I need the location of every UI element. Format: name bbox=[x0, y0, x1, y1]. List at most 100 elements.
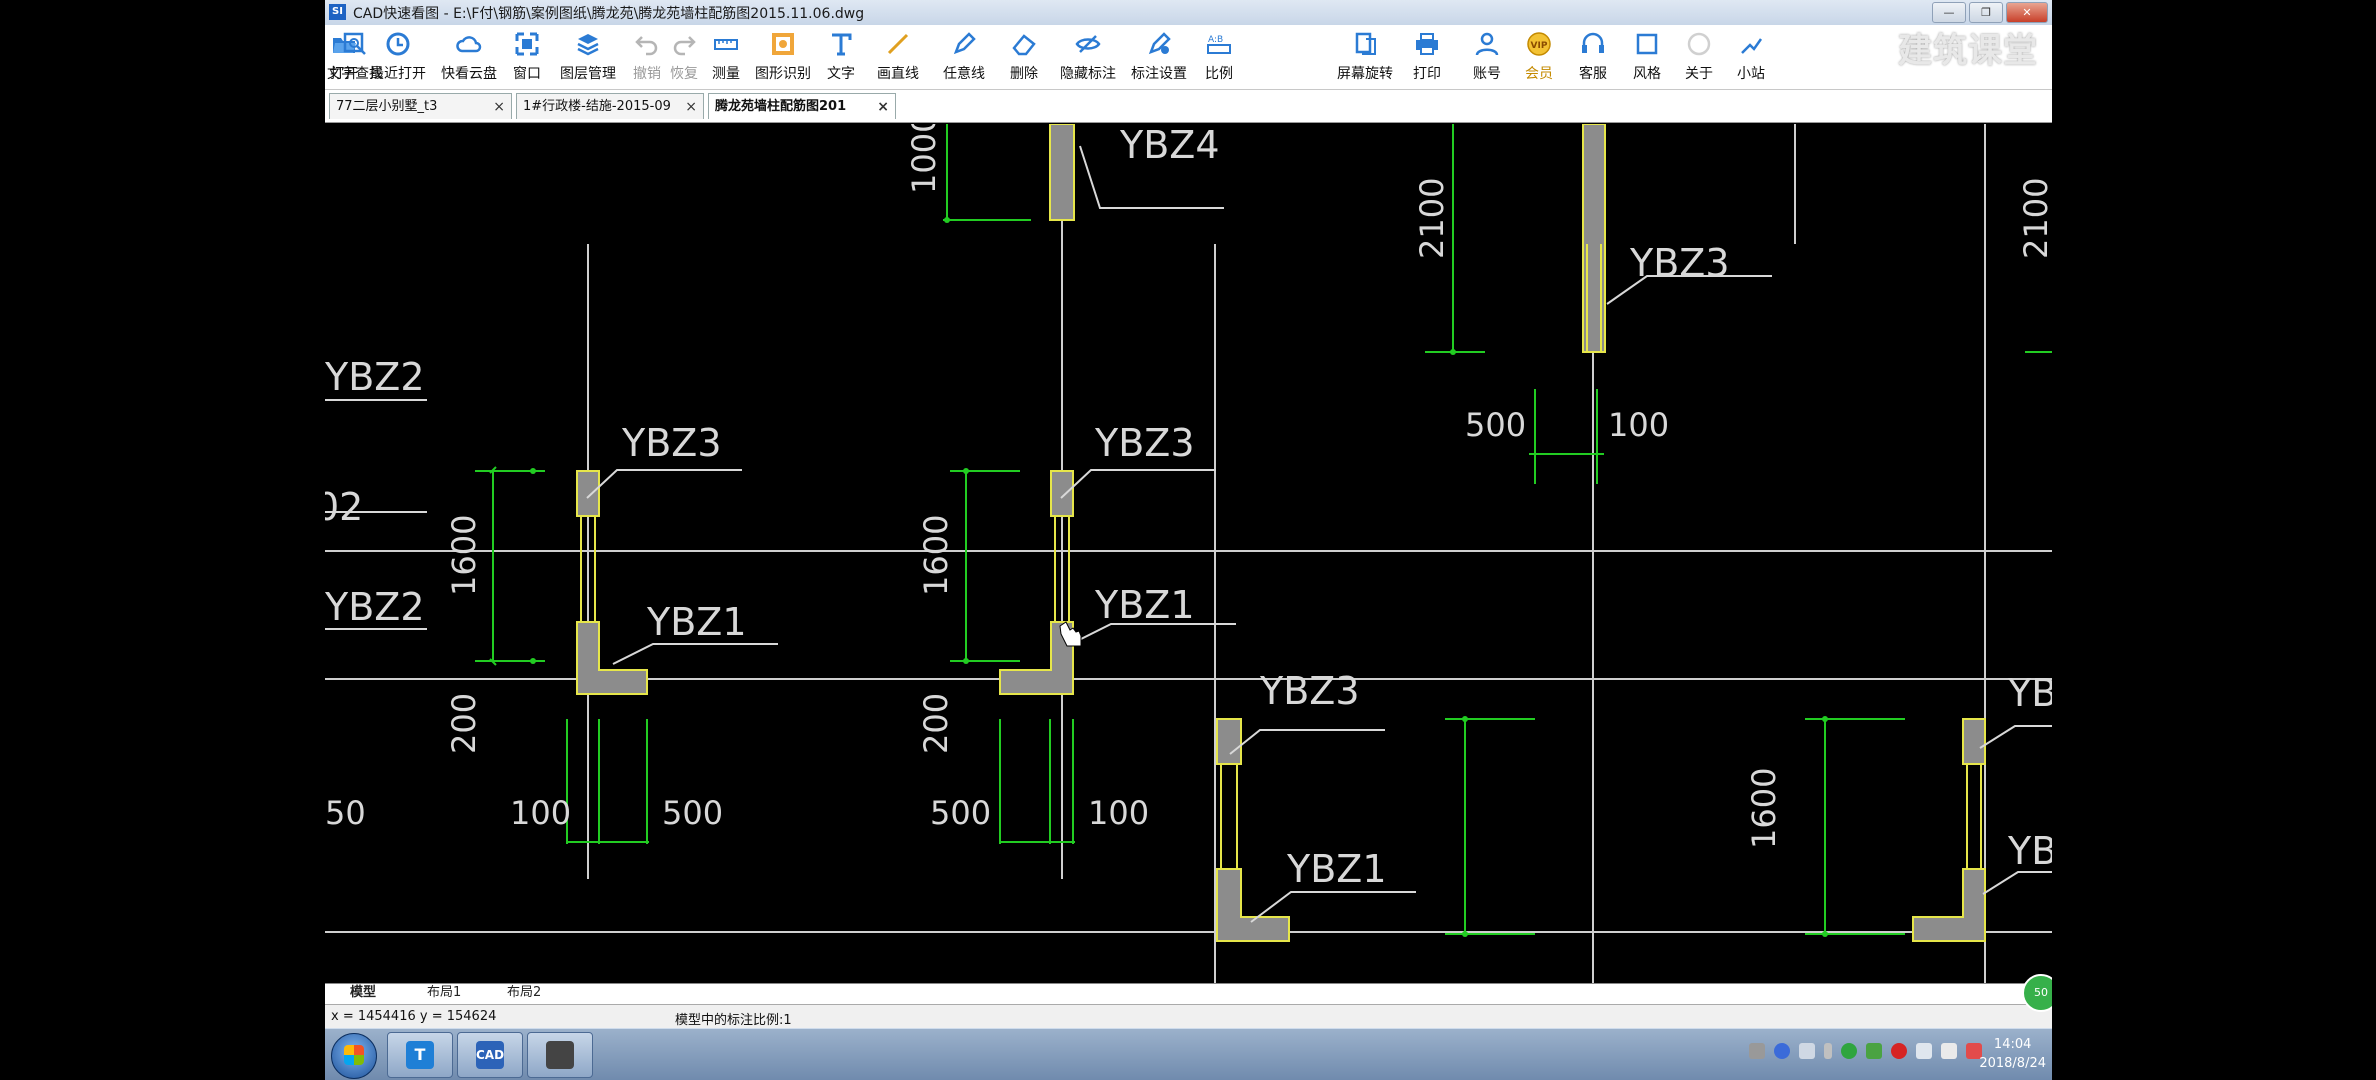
label-leaders bbox=[325, 145, 2052, 923]
label-yb-edge-1: YB bbox=[2007, 671, 2052, 715]
dim-text-200-left: 200 bbox=[445, 693, 483, 754]
tab-document-3[interactable]: 腾龙苑墙柱配筋图201 × bbox=[708, 93, 896, 119]
rotate-icon bbox=[1355, 32, 1376, 55]
drawing-canvas[interactable]: YBZ4 YBZ3 YBZ2 YBZ2 YBZ3 YBZ3 YBZ1 YBZ1 … bbox=[325, 124, 2052, 983]
dim-text-500-mid: 500 bbox=[930, 794, 991, 832]
toolbar-cloud-button[interactable]: 快看云盘 bbox=[439, 31, 499, 87]
label-ybz2-lower: YBZ2 bbox=[325, 585, 425, 629]
taskbar-app-t[interactable]: T bbox=[387, 1032, 453, 1078]
tab-document-1[interactable]: 77二层小别墅_t3 × bbox=[329, 93, 512, 119]
toolbar-about-button[interactable]: 关于 bbox=[1683, 31, 1715, 87]
app-t-icon: T bbox=[406, 1041, 434, 1069]
dim-text-200-mid: 200 bbox=[917, 693, 955, 754]
toolbar-support-button[interactable]: 客服 bbox=[1577, 31, 1609, 87]
tab-label: 1#行政楼-结施-2015-09 bbox=[523, 99, 671, 114]
toolbar-text-search-button[interactable]: 文字查找 bbox=[325, 31, 385, 87]
toolbar-freehand-button[interactable]: 任意线 bbox=[941, 31, 987, 87]
svg-text:A:B: A:B bbox=[1208, 35, 1223, 45]
clock-date: 2018/8/24 bbox=[1979, 1056, 2046, 1071]
user-icon bbox=[1475, 32, 1499, 56]
cloud-icon bbox=[456, 36, 482, 53]
tab-close-icon[interactable]: × bbox=[877, 94, 889, 119]
style-icon bbox=[1636, 33, 1658, 55]
toolbar-layers-button[interactable]: 图层管理 bbox=[558, 31, 618, 87]
start-button[interactable] bbox=[331, 1033, 377, 1079]
toolbar-window-button[interactable]: 窗口 bbox=[511, 31, 543, 87]
dim-text-1600-right: 1600 bbox=[1745, 768, 1783, 849]
dimension-ticks bbox=[530, 217, 1828, 937]
system-tray bbox=[1749, 1043, 1982, 1059]
dim-text-2100-mid: 2100 bbox=[1413, 178, 1451, 259]
watermark-logo: 建筑课堂 bbox=[1898, 31, 2038, 71]
axis-lines bbox=[325, 124, 2052, 983]
tab-model[interactable]: 模型 bbox=[350, 984, 376, 1002]
dim-1000 bbox=[943, 124, 1031, 221]
floating-badge-button[interactable]: 50 bbox=[2022, 974, 2052, 1012]
tray-shield-icon[interactable] bbox=[1866, 1043, 1882, 1059]
toolbar-redo-button[interactable]: 恢复 bbox=[668, 31, 700, 87]
vip-icon: VIP bbox=[1527, 32, 1551, 56]
tray-security-icon[interactable] bbox=[1841, 1043, 1857, 1059]
tab-layout-1[interactable]: 布局1 bbox=[427, 984, 461, 1002]
toolbar-print-button[interactable]: 打印 bbox=[1411, 31, 1443, 87]
dim-1600-far-right bbox=[1805, 718, 1905, 935]
dim-text-2100-right: 2100 bbox=[2017, 178, 2052, 259]
layout-tabs: 模型 布局1 布局2 bbox=[325, 983, 2052, 1004]
tray-record-icon[interactable] bbox=[1891, 1043, 1907, 1059]
annotation-scale-text: 模型中的标注比例:1 bbox=[675, 1013, 792, 1028]
tray-network-icon[interactable] bbox=[1799, 1043, 1815, 1059]
main-toolbar: 打开 最近打开 快看云盘 窗口 图层管理 撤销 恢复 测量 图形识别 文字 画直… bbox=[325, 25, 2052, 90]
toolbar-text-button[interactable]: 文字 bbox=[825, 31, 857, 87]
taskbar-app-cad[interactable]: CAD bbox=[457, 1032, 523, 1078]
leader-ybz3-mid bbox=[1060, 469, 1216, 499]
toolbar-style-button[interactable]: 风格 bbox=[1631, 31, 1663, 87]
minimize-button[interactable]: — bbox=[1932, 2, 1966, 23]
toolbar-scale-button[interactable]: A:B 比例 bbox=[1203, 31, 1235, 87]
redo-icon bbox=[673, 36, 696, 56]
taskbar-clock[interactable]: 14:04 2018/8/24 bbox=[1979, 1035, 2046, 1073]
label-ybz3-right: YBZ3 bbox=[1259, 669, 1360, 713]
toolbar-hide-annotation-button[interactable]: 隐藏标注 bbox=[1058, 31, 1118, 87]
wall-column-yb-edge bbox=[1962, 718, 1986, 765]
toolbar-shape-recognize-button[interactable]: 图形识别 bbox=[753, 31, 813, 87]
leader-ybz1-mid bbox=[1070, 623, 1236, 645]
clock-time: 14:04 bbox=[1993, 1037, 2032, 1052]
recorder-app-icon bbox=[546, 1041, 574, 1069]
dim-text-1600-left: 1600 bbox=[445, 515, 483, 596]
windows-taskbar: T CAD 14:04 2018/8/24 bbox=[325, 1028, 2052, 1080]
dim-text-100-mid: 100 bbox=[1088, 794, 1149, 832]
tab-close-icon[interactable]: × bbox=[685, 94, 697, 119]
annotation-settings-icon bbox=[1148, 32, 1171, 55]
tray-volume-icon[interactable] bbox=[1916, 1043, 1932, 1059]
dim-1600-left bbox=[475, 466, 545, 666]
tab-close-icon[interactable]: × bbox=[493, 94, 505, 119]
headset-icon bbox=[1582, 32, 1604, 53]
tab-document-2[interactable]: 1#行政楼-结施-2015-09 × bbox=[516, 93, 704, 119]
pen-icon bbox=[953, 32, 976, 55]
close-button[interactable]: ✕ bbox=[2006, 2, 2048, 23]
toolbar-delete-button[interactable]: 删除 bbox=[1008, 31, 1040, 87]
tray-help-icon[interactable] bbox=[1774, 1043, 1790, 1059]
wall-column-ybz1-right bbox=[1216, 868, 1290, 942]
window-title: CAD快速看图 - E:\F付\钢筋\案例图纸\腾龙苑\腾龙苑墙柱配筋图2015… bbox=[353, 6, 865, 22]
tab-layout-2[interactable]: 布局2 bbox=[507, 984, 541, 1002]
toolbar-undo-button[interactable]: 撤销 bbox=[631, 31, 663, 87]
tray-display-icon[interactable] bbox=[1941, 1043, 1957, 1059]
tray-arrow-icon[interactable] bbox=[1824, 1043, 1832, 1059]
taskbar-app-recorder[interactable] bbox=[527, 1032, 593, 1078]
tab-label: 腾龙苑墙柱配筋图201 bbox=[715, 99, 847, 114]
toolbar-annotation-settings-button[interactable]: 标注设置 bbox=[1129, 31, 1189, 87]
printer-icon bbox=[1416, 33, 1438, 55]
toolbar-measure-button[interactable]: 测量 bbox=[710, 31, 742, 87]
cad-drawing[interactable]: YBZ4 YBZ3 YBZ2 YBZ2 YBZ3 YBZ3 YBZ1 YBZ1 … bbox=[325, 124, 2052, 983]
toolbar-station-button[interactable]: 小站 bbox=[1735, 31, 1767, 87]
toolbar-line-button[interactable]: 画直线 bbox=[875, 31, 921, 87]
tray-keyboard-icon[interactable] bbox=[1749, 1043, 1765, 1059]
toolbar-vip-button[interactable]: VIP 会员 bbox=[1523, 31, 1555, 87]
maximize-button[interactable]: ❐ bbox=[1969, 2, 2003, 23]
leader-ybz3-right bbox=[1229, 729, 1385, 755]
wall-column-ybz3-right bbox=[1216, 718, 1242, 765]
toolbar-account-button[interactable]: 账号 bbox=[1471, 31, 1503, 87]
toolbar-rotate-screen-button[interactable]: 屏幕旋转 bbox=[1335, 31, 1395, 87]
ruler-icon bbox=[714, 39, 738, 50]
